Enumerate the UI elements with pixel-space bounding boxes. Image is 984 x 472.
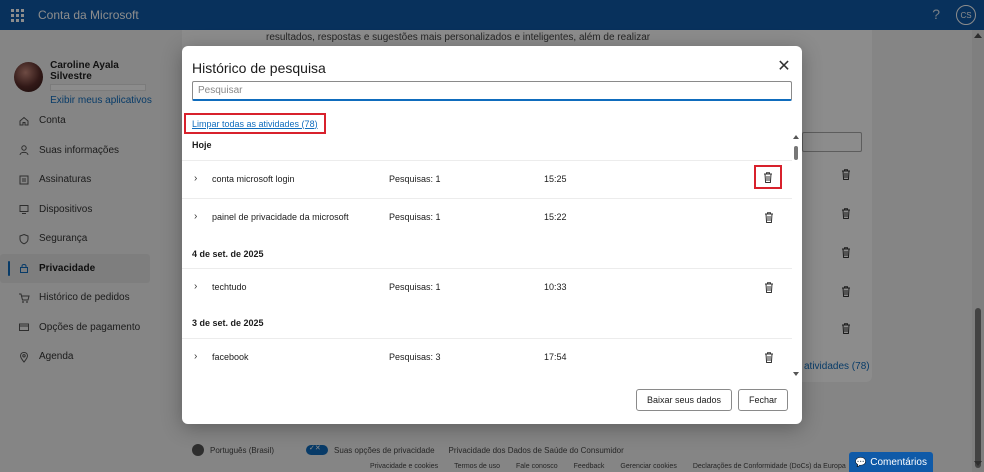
trash-icon[interactable]: [754, 165, 782, 189]
trash-icon[interactable]: [762, 280, 776, 294]
history-list: Hoje › conta microsoft login Pesquisas: …: [182, 136, 792, 380]
search-time: 15:22: [544, 212, 567, 222]
date-group-heading: Hoje: [192, 140, 212, 150]
download-data-button[interactable]: Baixar seus dados: [636, 389, 732, 411]
clear-all-activities-link[interactable]: Limpar todas as atividades (78): [184, 113, 326, 134]
history-row: › techtudo Pesquisas: 1 10:33: [182, 268, 792, 304]
search-time: 10:33: [544, 282, 567, 292]
chevron-right-icon[interactable]: ›: [194, 173, 197, 184]
feedback-label: Comentários: [870, 456, 927, 468]
chevron-right-icon[interactable]: ›: [194, 211, 197, 222]
trash-icon[interactable]: [762, 350, 776, 364]
search-count: Pesquisas: 1: [389, 212, 441, 222]
scroll-up-icon[interactable]: [793, 135, 799, 139]
history-row: › facebook Pesquisas: 3 17:54: [182, 338, 792, 374]
query-text: conta microsoft login: [212, 174, 295, 184]
chat-icon: 💬: [855, 456, 867, 467]
query-text: facebook: [212, 352, 249, 362]
search-history-dialog: Histórico de pesquisa ✕ Limpar todas as …: [182, 46, 802, 424]
chevron-right-icon[interactable]: ›: [194, 281, 197, 292]
search-count: Pesquisas: 1: [389, 174, 441, 184]
dialog-title: Histórico de pesquisa: [192, 60, 326, 76]
search-time: 15:25: [544, 174, 567, 184]
search-count: Pesquisas: 1: [389, 282, 441, 292]
scroll-down-icon[interactable]: [793, 372, 799, 376]
history-row: › painel de privacidade da microsoft Pes…: [182, 198, 792, 234]
trash-icon[interactable]: [762, 210, 776, 224]
search-count: Pesquisas: 3: [389, 352, 441, 362]
query-text: painel de privacidade da microsoft: [212, 212, 349, 222]
query-text: techtudo: [212, 282, 247, 292]
search-input[interactable]: [192, 81, 792, 101]
chevron-right-icon[interactable]: ›: [194, 351, 197, 362]
date-group-heading: 4 de set. de 2025: [192, 249, 264, 259]
history-row: › conta microsoft login Pesquisas: 1 15:…: [182, 160, 792, 196]
close-icon[interactable]: ✕: [776, 58, 792, 75]
dialog-scrollbar[interactable]: [792, 134, 802, 376]
search-time: 17:54: [544, 352, 567, 362]
close-button[interactable]: Fechar: [738, 389, 788, 411]
date-group-heading: 3 de set. de 2025: [192, 318, 264, 328]
scroll-thumb[interactable]: [794, 146, 798, 160]
feedback-button[interactable]: 💬 Comentários: [849, 452, 933, 472]
